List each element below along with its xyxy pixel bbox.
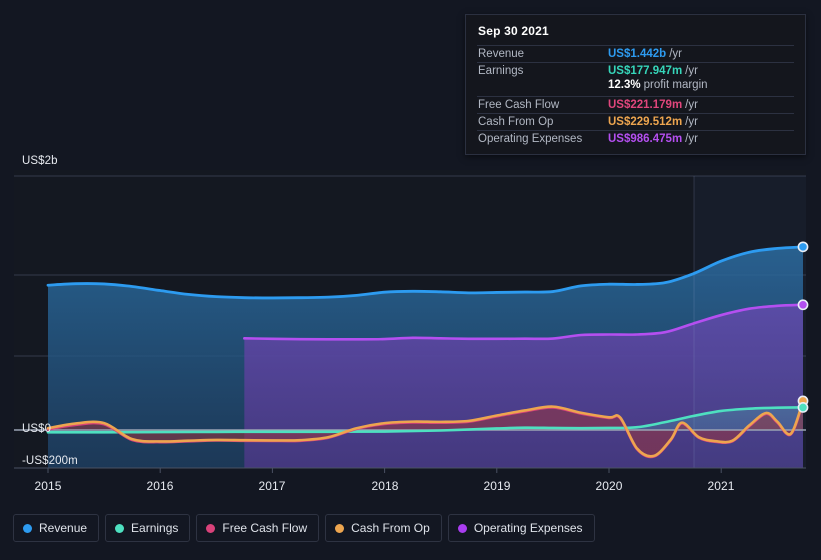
chart-tooltip: Sep 30 2021 Revenue US$1.442b /yr Earnin… — [465, 14, 806, 155]
legend-label-earnings: Earnings — [131, 521, 179, 535]
x-axis-label-2016: 2016 — [146, 479, 174, 493]
legend-item-revenue[interactable]: Revenue — [13, 514, 100, 542]
x-axis-label-2018: 2018 — [371, 479, 399, 493]
tooltip-value-operating-expenses: US$986.475m — [608, 133, 683, 145]
tooltip-row-revenue: Revenue US$1.442b /yr — [477, 45, 794, 62]
legend-item-cash-from-op[interactable]: Cash From Op — [325, 514, 442, 542]
tooltip-row-cash-from-op: Cash From Op US$229.512m /yr — [477, 113, 794, 130]
tooltip-value-earnings: US$177.947m — [608, 65, 683, 77]
legend-label-free-cash-flow: Free Cash Flow — [222, 521, 308, 535]
tooltip-value-cash-from-op: US$229.512m — [608, 116, 683, 128]
tooltip-value-revenue: US$1.442b — [608, 48, 667, 60]
legend-dot-cash-from-op-icon — [335, 523, 345, 533]
chart-legend: Revenue Earnings Free Cash Flow Cash Fro… — [13, 514, 595, 542]
legend-label-operating-expenses: Operating Expenses — [473, 521, 583, 535]
tooltip-label-earnings: Earnings — [478, 65, 524, 77]
x-axis-label-2020: 2020 — [595, 479, 623, 493]
tooltip-unit-free-cash-flow: /yr — [685, 99, 698, 111]
legend-item-free-cash-flow[interactable]: Free Cash Flow — [196, 514, 320, 542]
legend-dot-earnings-icon — [115, 523, 125, 533]
tooltip-unit-revenue: /yr — [669, 48, 682, 60]
legend-item-operating-expenses[interactable]: Operating Expenses — [447, 514, 595, 542]
y-axis-label-zero: US$0 — [22, 423, 52, 435]
chart-page: US$2b US$0 -US$200m 2015 2016 2017 2018 … — [0, 0, 821, 560]
x-axis-label-2019: 2019 — [483, 479, 511, 493]
tooltip-date: Sep 30 2021 — [478, 24, 549, 38]
tooltip-unit-profit-margin: profit margin — [643, 79, 708, 91]
tooltip-unit-cash-from-op: /yr — [685, 116, 698, 128]
legend-label-cash-from-op: Cash From Op — [351, 521, 430, 535]
x-axis-label-2015: 2015 — [34, 479, 62, 493]
legend-dot-operating-expenses-icon — [457, 523, 467, 533]
tooltip-unit-earnings: /yr — [685, 65, 698, 77]
legend-dot-revenue-icon — [23, 523, 32, 533]
x-axis-label-2021: 2021 — [707, 479, 735, 493]
y-axis-label-bottom: -US$200m — [22, 455, 78, 467]
tooltip-label-cash-from-op: Cash From Op — [478, 116, 554, 128]
tooltip-value-free-cash-flow: US$221.179m — [608, 99, 683, 111]
tooltip-label-operating-expenses: Operating Expenses — [478, 133, 583, 145]
tooltip-unit-operating-expenses: /yr — [685, 133, 698, 145]
tooltip-row-profit-margin: 12.3% profit margin — [477, 79, 794, 96]
tooltip-row-operating-expenses: Operating Expenses US$986.475m /yr — [477, 130, 794, 147]
tooltip-label-revenue: Revenue — [478, 48, 525, 60]
tooltip-value-profit-margin: 12.3% — [608, 79, 641, 91]
y-axis-label-top: US$2b — [22, 155, 58, 167]
legend-item-earnings[interactable]: Earnings — [105, 514, 191, 542]
legend-label-revenue: Revenue — [39, 521, 88, 535]
tooltip-label-free-cash-flow: Free Cash Flow — [478, 99, 560, 111]
legend-dot-free-cash-flow-icon — [206, 523, 216, 533]
tooltip-row-earnings: Earnings US$177.947m /yr — [477, 62, 794, 79]
tooltip-row-free-cash-flow: Free Cash Flow US$221.179m /yr — [477, 96, 794, 113]
x-axis-label-2017: 2017 — [258, 479, 286, 493]
